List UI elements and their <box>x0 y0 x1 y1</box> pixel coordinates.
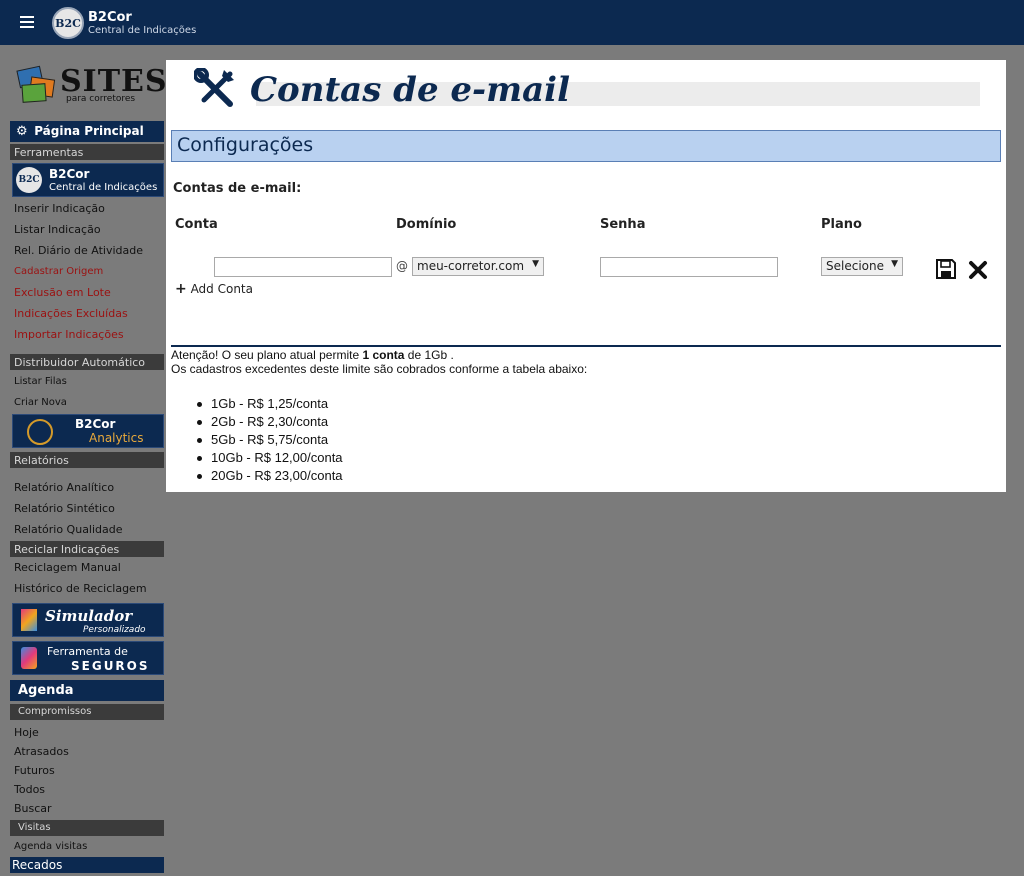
analytics-banner-title: B2Cor <box>75 417 116 431</box>
domain-select[interactable]: meu-corretor.com ▼ <box>412 257 544 276</box>
menu-icon[interactable] <box>20 16 34 28</box>
b2cor-banner-title: B2Cor <box>49 167 90 181</box>
insurance-banner-subtitle: SEGUROS <box>71 659 150 673</box>
tools-links: Inserir Indicação Listar Indicação Rel. … <box>10 199 164 346</box>
sidebar-item-rel-diario[interactable]: Rel. Diário de Atividade <box>10 241 164 262</box>
b2cor-logo[interactable]: B2C <box>52 7 84 39</box>
notice-prefix: Atenção! O seu plano atual permite <box>171 348 363 362</box>
page-title-text: Contas de e-mail <box>250 70 570 110</box>
close-icon[interactable] <box>967 259 989 281</box>
form-label: Contas de e-mail: <box>173 181 302 196</box>
simulator-banner[interactable]: Simulador Personalizado <box>12 603 164 637</box>
b2cor-banner[interactable]: B2C B2Cor Central de Indicações <box>12 163 164 197</box>
chevron-down-icon: ▼ <box>532 259 539 269</box>
brand-title: B2Cor <box>88 10 132 25</box>
main-page-label: Página Principal <box>34 124 144 138</box>
sidebar-item-inserir-indicacao[interactable]: Inserir Indicação <box>10 199 164 220</box>
brand-subtitle: Central de Indicações <box>88 25 197 36</box>
insurance-banner-title: Ferramenta de <box>47 645 128 658</box>
b2cor-banner-logo: B2C <box>16 167 42 193</box>
password-input[interactable] <box>600 257 778 277</box>
visits-header: Visitas <box>10 820 164 836</box>
sidebar-item-agenda-visitas[interactable]: Agenda visitas <box>10 837 164 856</box>
sites-logo-sub: para corretores <box>66 94 136 104</box>
sidebar-item-importar-indicacoes[interactable]: Importar Indicações <box>10 325 164 346</box>
analytics-banner-subtitle: Analytics <box>89 431 144 445</box>
divider <box>171 345 1001 347</box>
distrib-header: Distribuidor Automático <box>10 354 164 370</box>
main-panel: Contas de e-mail Configurações Contas de… <box>166 60 1006 492</box>
sidebar-item-listar-filas[interactable]: Listar Filas <box>10 372 164 393</box>
sidebar-item-cadastrar-origem[interactable]: Cadastrar Origem <box>10 262 164 283</box>
save-icon[interactable] <box>935 258 957 280</box>
sidebar-item-buscar[interactable]: Buscar <box>10 799 164 818</box>
sidebar-item-hoje[interactable]: Hoje <box>10 723 164 742</box>
sidebar-item-exclusao-lote[interactable]: Exclusão em Lote <box>10 283 164 304</box>
visits-links: Agenda visitas <box>10 837 164 856</box>
list-item: 10Gb - R$ 12,00/conta <box>196 449 343 467</box>
brand[interactable]: B2Cor Central de Indicações <box>88 10 196 36</box>
notice-bold: 1 conta <box>362 348 405 362</box>
tools-icon <box>194 68 234 107</box>
messages-header[interactable]: Recados <box>10 857 164 873</box>
sidebar: SITES para corretores ⚙ Página Principal… <box>10 60 167 876</box>
agenda-header[interactable]: Agenda <box>10 680 164 701</box>
sidebar-item-relatorio-analitico[interactable]: Relatório Analítico <box>10 478 164 499</box>
top-bar: B2C B2Cor Central de Indicações <box>0 0 1024 45</box>
sites-logo-icon <box>16 65 60 104</box>
tools-header: Ferramentas <box>10 144 164 160</box>
list-item: 5Gb - R$ 5,75/conta <box>196 431 343 449</box>
insurance-banner[interactable]: Ferramenta de SEGUROS <box>12 641 164 675</box>
price-list: 1Gb - R$ 1,25/conta 2Gb - R$ 2,30/conta … <box>196 395 343 485</box>
plan-select-value: Selecione <box>826 259 884 273</box>
account-input[interactable] <box>214 257 392 277</box>
sidebar-item-atrasados[interactable]: Atrasados <box>10 742 164 761</box>
page-title: Contas de e-mail <box>194 66 980 110</box>
column-conta: Conta <box>175 217 218 232</box>
column-senha: Senha <box>600 217 646 232</box>
gear-icon: ⚙ <box>16 124 28 139</box>
analytics-banner[interactable]: B2Cor Analytics <box>12 414 164 448</box>
distrib-links: Listar Filas Criar Nova <box>10 372 164 414</box>
list-item: 20Gb - R$ 23,00/conta <box>196 467 343 485</box>
agenda-links: Hoje Atrasados Futuros Todos Buscar <box>10 723 164 818</box>
column-plano: Plano <box>821 217 862 232</box>
simulator-icon <box>21 609 37 631</box>
main-page-link[interactable]: ⚙ Página Principal <box>10 121 164 142</box>
recycle-header: Reciclar Indicações <box>10 541 164 557</box>
reports-links: Relatório Analítico Relatório Sintético … <box>10 478 164 541</box>
chevron-down-icon: ▼ <box>891 259 898 269</box>
domain-select-value: meu-corretor.com <box>417 259 525 273</box>
b2cor-banner-subtitle: Central de Indicações <box>49 182 158 193</box>
sidebar-item-historico-reciclagem[interactable]: Histórico de Reciclagem <box>10 579 164 600</box>
add-account-button[interactable]: + Add Conta <box>175 281 253 297</box>
reports-header: Relatórios <box>10 452 164 468</box>
section-header: Configurações <box>171 130 1001 162</box>
plan-notice: Atenção! O seu plano atual permite 1 con… <box>171 348 587 376</box>
at-sign: @ <box>396 259 408 273</box>
sidebar-item-futuros[interactable]: Futuros <box>10 761 164 780</box>
insurance-icon <box>21 647 37 669</box>
notice-suffix: de 1Gb . <box>404 348 454 362</box>
list-item: 1Gb - R$ 1,25/conta <box>196 395 343 413</box>
plus-icon: + <box>175 281 187 297</box>
plan-select[interactable]: Selecione ▼ <box>821 257 903 276</box>
simulator-banner-subtitle: Personalizado <box>83 625 146 635</box>
analytics-icon <box>27 419 53 445</box>
add-account-label: Add Conta <box>190 282 253 296</box>
sidebar-item-relatorio-qualidade[interactable]: Relatório Qualidade <box>10 520 164 541</box>
sidebar-item-indicacoes-excluidas[interactable]: Indicações Excluídas <box>10 304 164 325</box>
sidebar-item-reciclagem-manual[interactable]: Reciclagem Manual <box>10 558 164 579</box>
simulator-banner-title: Simulador <box>45 607 133 625</box>
sidebar-item-criar-nova[interactable]: Criar Nova <box>10 393 164 414</box>
commitments-header: Compromissos <box>10 704 164 720</box>
notice-line-2: Os cadastros excedentes deste limite são… <box>171 362 588 376</box>
sidebar-item-relatorio-sintetico[interactable]: Relatório Sintético <box>10 499 164 520</box>
list-item: 2Gb - R$ 2,30/conta <box>196 413 343 431</box>
recycle-links: Reciclagem Manual Histórico de Reciclage… <box>10 558 164 600</box>
sites-logo[interactable]: SITES para corretores <box>16 64 167 110</box>
sidebar-item-todos[interactable]: Todos <box>10 780 164 799</box>
column-dominio: Domínio <box>396 217 457 232</box>
sidebar-item-listar-indicacao[interactable]: Listar Indicação <box>10 220 164 241</box>
